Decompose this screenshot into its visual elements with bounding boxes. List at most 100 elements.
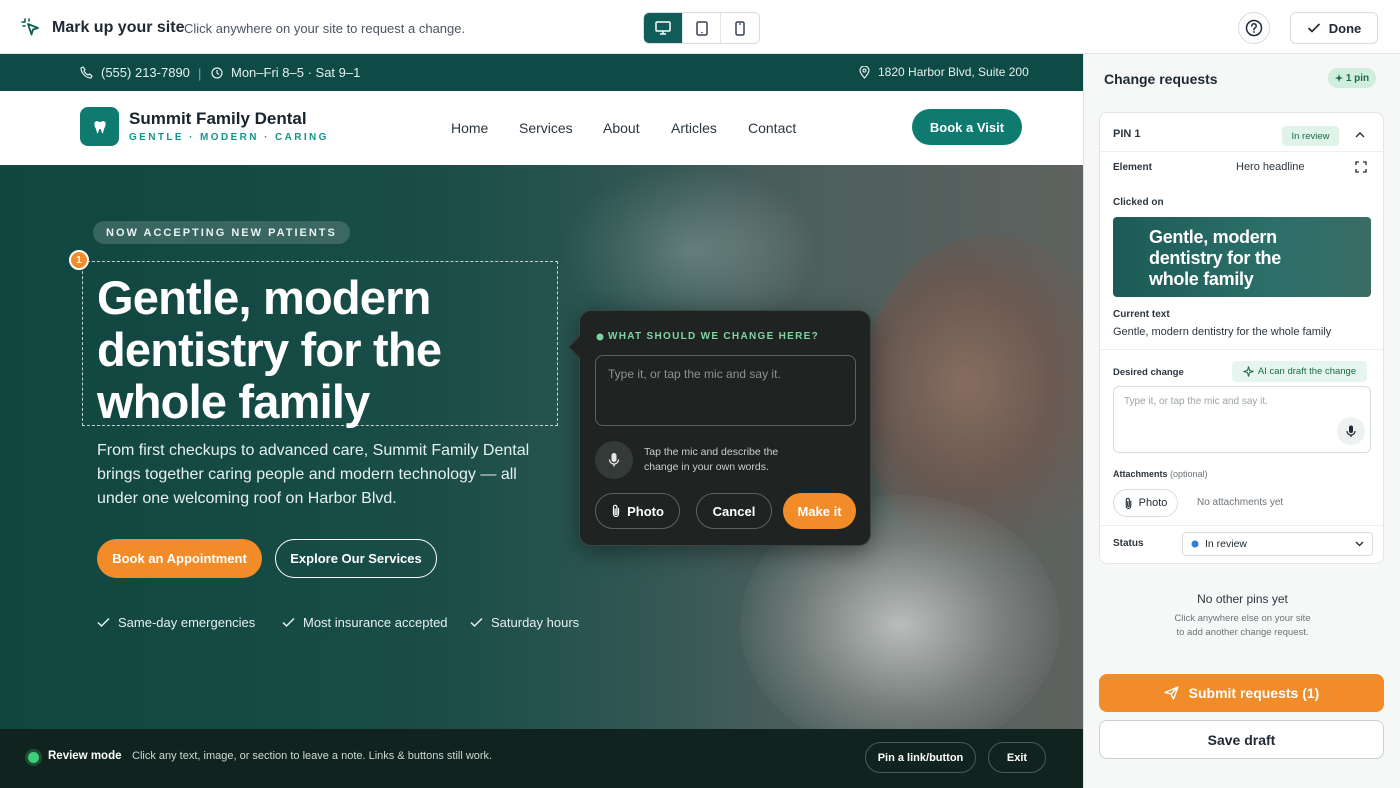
- attach-photo-button[interactable]: Photo: [595, 493, 680, 529]
- pin-count-badge: 1 pin: [1328, 68, 1376, 88]
- submit-requests-button[interactable]: Submit requests (1): [1099, 674, 1384, 712]
- current-text-value: Gentle, modern dentistry for the whole f…: [1113, 326, 1332, 338]
- desired-change-key: Desired change: [1113, 367, 1184, 378]
- markup-toolbar: Mark up your site Click anywhere on your…: [0, 0, 1400, 54]
- no-other-pins: No other pins yet Click anywhere else on…: [1084, 592, 1400, 640]
- exit-button[interactable]: Exit: [988, 742, 1046, 773]
- clicked-on-key: Clicked on: [1113, 197, 1164, 208]
- perk-insurance: Most insurance accepted: [282, 615, 448, 630]
- microphone-icon: [608, 453, 620, 467]
- paperclip-icon: [1125, 497, 1131, 509]
- done-label: Done: [1328, 20, 1362, 36]
- review-mode-bar: Review mode Click any text, image, or se…: [0, 729, 1083, 788]
- phone-number: (555) 213-7890: [101, 65, 190, 80]
- sparkle-icon: [1243, 366, 1254, 377]
- clicked-element-thumbnail: Gentle, modern dentistry for the whole f…: [1113, 217, 1371, 297]
- no-other-pins-line2: to add another change request.: [1176, 627, 1309, 638]
- done-button[interactable]: Done: [1290, 12, 1378, 44]
- address-info: 1820 Harbor Blvd, Suite 200: [859, 65, 1029, 79]
- status-key: Status: [1113, 538, 1144, 549]
- nav-about[interactable]: About: [603, 120, 640, 136]
- site-header: Summit Family Dental GENTLE · MODERN · C…: [0, 91, 1083, 165]
- brand-name[interactable]: Summit Family Dental: [129, 109, 307, 129]
- no-attachments-text: No attachments yet: [1197, 497, 1284, 508]
- pin-link-button[interactable]: Pin a link/button: [865, 742, 976, 773]
- current-text-key: Current text: [1113, 309, 1170, 320]
- attachments-key: Attachments (optional): [1113, 469, 1208, 479]
- no-other-pins-title: No other pins yet: [1197, 592, 1288, 606]
- perk-label: Saturday hours: [491, 615, 580, 630]
- nav-articles[interactable]: Articles: [671, 120, 717, 136]
- tablet-view-button[interactable]: [683, 13, 722, 43]
- book-appointment-button[interactable]: Book an Appointment: [97, 539, 262, 578]
- hero-eyebrow[interactable]: NOW ACCEPTING NEW PATIENTS: [93, 221, 350, 244]
- pin-card: PIN 1 In review Element Hero headline Cl…: [1099, 112, 1385, 564]
- card-divider: [1100, 525, 1385, 526]
- send-icon: [1163, 686, 1179, 700]
- review-mode-hint: Click any text, image, or section to lea…: [132, 750, 493, 762]
- phone-view-button[interactable]: [721, 13, 759, 43]
- thumbnail-text: Gentle, modern dentistry for the whole f…: [1149, 227, 1281, 289]
- sparkle-icon: [1334, 74, 1343, 82]
- nav-home[interactable]: Home: [451, 120, 488, 136]
- phone-handset-icon: [80, 66, 93, 79]
- check-icon: [282, 617, 295, 628]
- card-divider: [1100, 349, 1385, 350]
- check-icon: [97, 617, 110, 628]
- pin-count-text: 1 pin: [1345, 72, 1370, 84]
- mic-hint: Tap the mic and describe the change in y…: [644, 446, 779, 473]
- hero-headline[interactable]: Gentle, modern dentistry for the whole f…: [97, 272, 567, 428]
- ai-draft-button[interactable]: AI can draft the change: [1232, 361, 1367, 382]
- panel-photo-label: Photo: [1138, 497, 1168, 509]
- check-icon: [1307, 23, 1320, 33]
- element-value: Hero headline: [1236, 161, 1305, 173]
- chevron-down-icon: [1355, 541, 1364, 547]
- site-preview: (555) 213-7890 | Mon–Fri 8–5 · Sat 9–1 1…: [0, 54, 1083, 788]
- popup-title-text: WHAT SHOULD WE CHANGE HERE?: [608, 331, 820, 342]
- make-it-button[interactable]: Make it: [783, 493, 856, 529]
- no-other-pins-line1: Click anywhere else on your site: [1174, 613, 1311, 624]
- photo-label: Photo: [627, 503, 664, 519]
- clock-icon: [211, 66, 223, 79]
- tooth-logo-icon[interactable]: [80, 107, 119, 146]
- nav-services[interactable]: Services: [519, 120, 573, 136]
- toolbar-title: Mark up your site: [52, 19, 185, 36]
- tablet-icon: [695, 20, 708, 36]
- question-circle-icon: [1245, 19, 1263, 37]
- mic-button[interactable]: [595, 441, 633, 479]
- explore-services-button[interactable]: Explore Our Services: [275, 539, 437, 578]
- review-mode-label: Review mode: [48, 750, 122, 762]
- submit-label: Submit requests (1): [1188, 685, 1320, 701]
- perk-same-day: Same-day emergencies: [97, 615, 255, 630]
- panel-photo-button[interactable]: Photo: [1113, 489, 1178, 517]
- hours-info: Mon–Fri 8–5 · Sat 9–1: [211, 65, 360, 80]
- cancel-button[interactable]: Cancel: [696, 493, 772, 529]
- desktop-view-button[interactable]: [644, 13, 683, 43]
- paperclip-icon: [612, 504, 620, 518]
- status-badge: In review: [1282, 126, 1339, 146]
- review-status-dot: [28, 752, 39, 763]
- check-icon: [470, 617, 483, 628]
- nav-contact[interactable]: Contact: [748, 120, 796, 136]
- focus-frame-icon[interactable]: [1355, 161, 1367, 173]
- save-draft-button[interactable]: Save draft: [1099, 720, 1384, 759]
- phone-info[interactable]: (555) 213-7890: [80, 65, 190, 80]
- chevron-up-icon[interactable]: [1355, 131, 1365, 138]
- office-address: 1820 Harbor Blvd, Suite 200: [878, 65, 1029, 79]
- change-description-input[interactable]: [595, 355, 856, 426]
- perk-label: Most insurance accepted: [303, 615, 448, 630]
- help-button[interactable]: [1238, 12, 1270, 44]
- panel-title: Change requests: [1104, 71, 1218, 87]
- panel-mic-button[interactable]: [1337, 417, 1365, 445]
- office-hours: Mon–Fri 8–5 · Sat 9–1: [231, 65, 361, 80]
- hero-section[interactable]: NOW ACCEPTING NEW PATIENTS 1 Gentle, mod…: [0, 165, 1083, 729]
- book-visit-button[interactable]: Book a Visit: [912, 109, 1022, 145]
- device-switcher: [643, 12, 760, 44]
- desired-change-input[interactable]: [1113, 386, 1371, 453]
- attachments-optional: (optional): [1170, 469, 1208, 479]
- cursor-sparkle-icon: [21, 18, 39, 36]
- hero-subheadline[interactable]: From first checkups to advanced care, Su…: [97, 439, 537, 511]
- popup-title: WHAT SHOULD WE CHANGE HERE?: [596, 331, 819, 342]
- status-select[interactable]: In review: [1182, 532, 1373, 556]
- pin-marker[interactable]: 1: [69, 250, 89, 270]
